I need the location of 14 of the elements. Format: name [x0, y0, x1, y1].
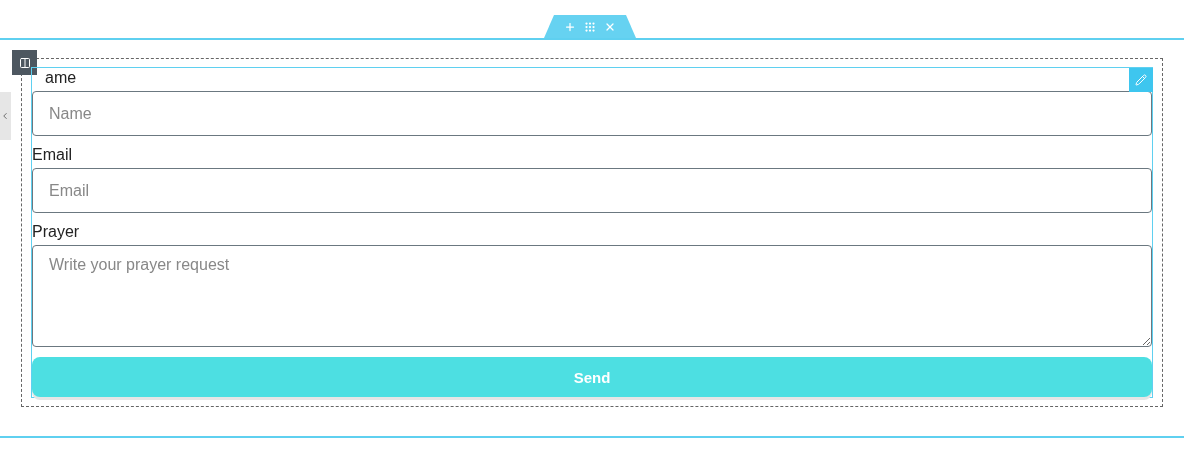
pencil-icon	[1135, 74, 1147, 86]
text-area[interactable]: Write your prayer request	[32, 245, 1152, 347]
add-button[interactable]	[564, 20, 576, 33]
input-field[interactable]: Email	[32, 168, 1152, 213]
edit-button[interactable]	[1129, 68, 1153, 92]
field-label: Prayer	[32, 222, 80, 242]
send-button[interactable]: Send	[32, 357, 1152, 397]
input-field[interactable]: Name	[32, 91, 1152, 136]
column-handle-icon[interactable]	[12, 50, 37, 75]
field-label: ame	[45, 68, 77, 88]
drag-handle-button[interactable]	[584, 20, 596, 33]
chevron-left-icon	[0, 111, 10, 121]
collapse-panel-button[interactable]	[0, 92, 11, 140]
field-label: Email	[32, 145, 72, 165]
